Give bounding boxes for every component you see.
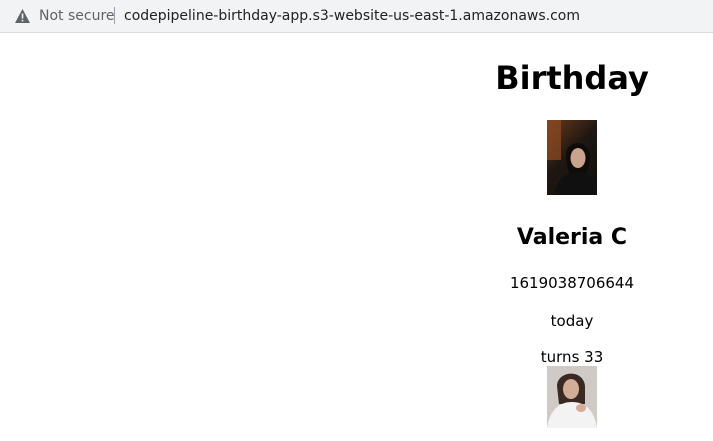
url-text[interactable]: codepipeline-birthday-app.s3-website-us-…: [124, 7, 580, 25]
browser-address-bar[interactable]: Not secure codepipeline-birthday-app.s3-…: [0, 0, 713, 33]
portrait-photo-light: [547, 366, 597, 428]
person-photo: [547, 120, 597, 195]
person-name: Valeria C: [516, 225, 628, 250]
next-person-photo: [547, 366, 597, 428]
page-title: Birthday: [495, 59, 649, 97]
warning-triangle-icon[interactable]: [14, 8, 31, 24]
address-divider: [114, 7, 115, 24]
birthday-age: turns 33: [540, 348, 604, 366]
security-status-label[interactable]: Not secure: [39, 7, 115, 25]
birthday-timestamp: 1619038706644: [509, 274, 635, 292]
portrait-photo-dark: [547, 120, 597, 195]
birthday-when: today: [550, 312, 594, 330]
